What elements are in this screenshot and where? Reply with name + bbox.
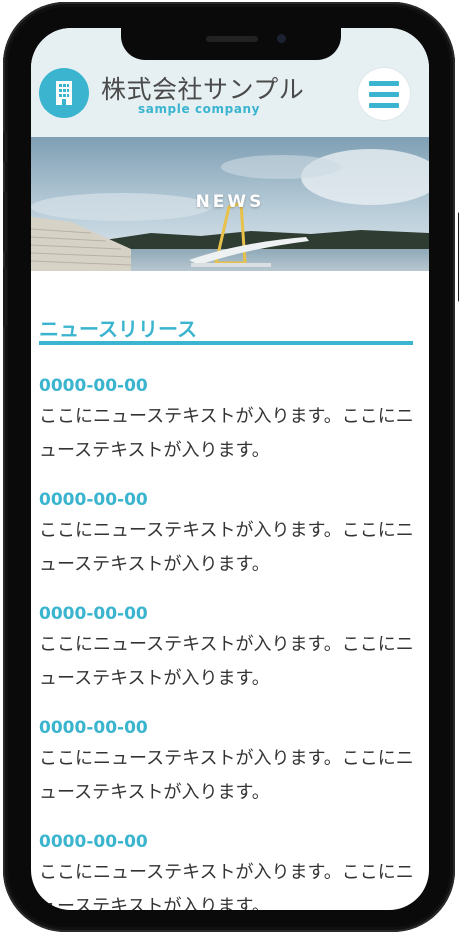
hamburger-icon-bar xyxy=(369,102,399,108)
phone-notch xyxy=(121,28,341,60)
hamburger-icon-bar xyxy=(369,91,399,97)
hamburger-icon xyxy=(369,80,399,86)
news-date: 0000-00-00 xyxy=(39,832,148,852)
section-divider xyxy=(39,341,413,345)
news-text[interactable]: ここにニューステキストが入ります。ここにニューステキストが入ります。 xyxy=(39,742,414,810)
front-camera xyxy=(277,34,286,43)
news-date: 0000-00-00 xyxy=(39,376,148,396)
news-item[interactable]: 0000-00-00 ここにニューステキストが入ります。ここにニューステキストが… xyxy=(39,829,414,910)
news-item[interactable]: 0000-00-00 ここにニューステキストが入ります。ここにニューステキストが… xyxy=(39,487,414,601)
phone-frame: 株式会社サンプル sample company NEWS ニュースリリース 00… xyxy=(3,2,459,932)
news-text[interactable]: ここにニューステキストが入ります。ここにニューステキストが入ります。 xyxy=(39,628,414,696)
volume-up-button xyxy=(3,192,7,252)
mute-switch xyxy=(3,132,7,162)
section-title: ニュースリリース xyxy=(39,316,197,341)
volume-down-button xyxy=(3,267,7,327)
company-name[interactable]: 株式会社サンプル xyxy=(101,70,304,106)
news-text[interactable]: ここにニューステキストが入ります。ここにニューステキストが入ります。 xyxy=(39,514,414,582)
hamburger-menu-button[interactable] xyxy=(358,68,410,120)
news-date: 0000-00-00 xyxy=(39,604,148,624)
news-date: 0000-00-00 xyxy=(39,718,148,738)
news-date: 0000-00-00 xyxy=(39,490,148,510)
building-icon[interactable] xyxy=(39,68,89,118)
news-item[interactable]: 0000-00-00 ここにニューステキストが入ります。ここにニューステキストが… xyxy=(39,373,414,487)
news-item[interactable]: 0000-00-00 ここにニューステキストが入ります。ここにニューステキストが… xyxy=(39,715,414,829)
news-list: 0000-00-00 ここにニューステキストが入ります。ここにニューステキストが… xyxy=(39,373,414,910)
hero-title: NEWS xyxy=(195,192,265,212)
speaker-grille xyxy=(206,36,258,42)
news-text[interactable]: ここにニューステキストが入ります。ここにニューステキストが入ります。 xyxy=(39,400,414,468)
phone-screen: 株式会社サンプル sample company NEWS ニュースリリース 00… xyxy=(31,28,429,910)
news-text[interactable]: ここにニューステキストが入ります。ここにニューステキストが入ります。 xyxy=(39,856,414,910)
hero-banner: NEWS xyxy=(31,137,429,271)
company-subtitle: sample company xyxy=(138,102,261,116)
news-item[interactable]: 0000-00-00 ここにニューステキストが入ります。ここにニューステキストが… xyxy=(39,601,414,715)
